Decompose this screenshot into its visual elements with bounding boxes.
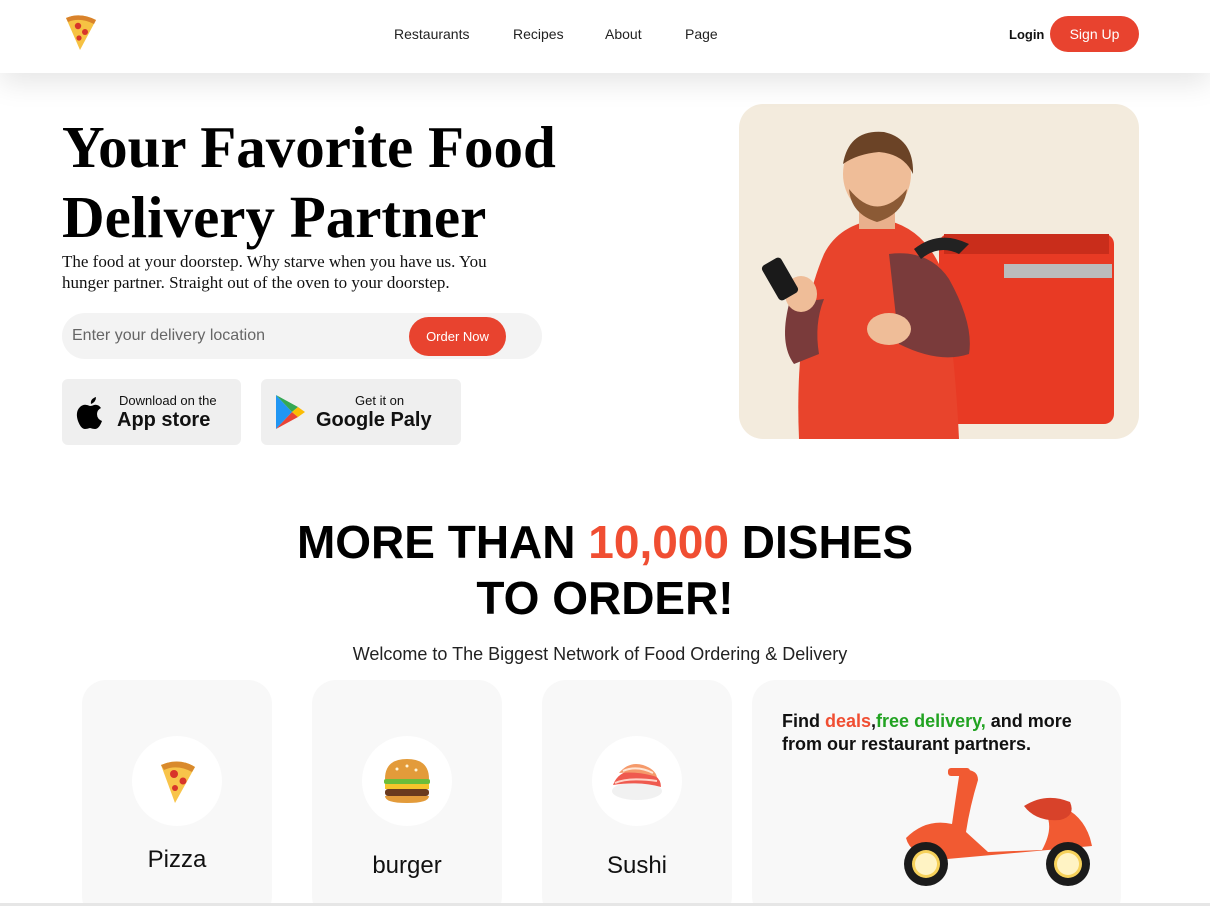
apple-icon: [74, 393, 106, 436]
hero-subtitle: The food at your doorstep. Why starve wh…: [62, 252, 487, 292]
title-part2: DISHES: [728, 516, 914, 568]
order-now-button[interactable]: Order Now: [409, 317, 506, 356]
dishes-section-subtitle: Welcome to The Biggest Network of Food O…: [352, 644, 848, 664]
hero-title: Your Favorite Food Delivery Partner: [62, 112, 662, 252]
category-card-sushi[interactable]: Sushi: [542, 680, 732, 906]
title-line2: TO ORDER!: [476, 572, 734, 624]
hero-delivery-image: [739, 104, 1139, 439]
app-store-big-text: App store: [117, 409, 211, 431]
app-store-button[interactable]: Download on the App store: [62, 379, 241, 445]
app-store-small-text: Download on the: [119, 393, 217, 408]
category-label-pizza: Pizza: [147, 846, 207, 873]
delivery-location-input[interactable]: [72, 321, 392, 351]
promo-text-deals: deals: [825, 711, 872, 731]
hero-title-line2: Delivery Partner: [62, 184, 487, 250]
nav-link-page[interactable]: Page: [685, 26, 718, 42]
promo-text-find: Find: [782, 711, 825, 731]
pizza-icon: [132, 736, 222, 826]
category-label-burger: burger: [372, 852, 442, 879]
title-accent-number: 10,000: [588, 516, 729, 568]
google-play-small-text: Get it on: [355, 393, 405, 408]
signup-button[interactable]: Sign Up: [1050, 16, 1139, 52]
promo-text-free-delivery: free delivery,: [876, 711, 986, 731]
dishes-section-title: MORE THAN 10,000 DISHES TO ORDER!: [0, 514, 1210, 626]
sushi-icon: [592, 736, 682, 826]
location-search-bar: Order Now: [62, 313, 542, 359]
nav-link-about[interactable]: About: [605, 26, 642, 42]
promo-card[interactable]: Find deals,free delivery, and more from …: [752, 680, 1121, 906]
title-part1: MORE THAN: [296, 516, 589, 568]
category-card-burger[interactable]: burger: [312, 680, 502, 906]
login-link[interactable]: Login: [1009, 27, 1044, 42]
google-play-icon: [274, 393, 306, 436]
burger-icon: [362, 736, 452, 826]
promo-text: Find deals,free delivery, and more from …: [782, 710, 1112, 756]
top-navbar: Restaurants Recipes About Page Login Sig…: [0, 0, 1210, 73]
scooter-icon: [896, 766, 1096, 895]
google-play-big-text: Google Paly: [316, 409, 432, 431]
hero-title-line1: Your Favorite Food: [62, 114, 556, 180]
category-card-pizza[interactable]: Pizza: [82, 680, 272, 906]
nav-link-recipes[interactable]: Recipes: [513, 26, 564, 42]
category-label-sushi: Sushi: [606, 852, 668, 879]
google-play-button[interactable]: Get it on Google Paly: [261, 379, 461, 445]
nav-link-restaurants[interactable]: Restaurants: [394, 26, 469, 42]
